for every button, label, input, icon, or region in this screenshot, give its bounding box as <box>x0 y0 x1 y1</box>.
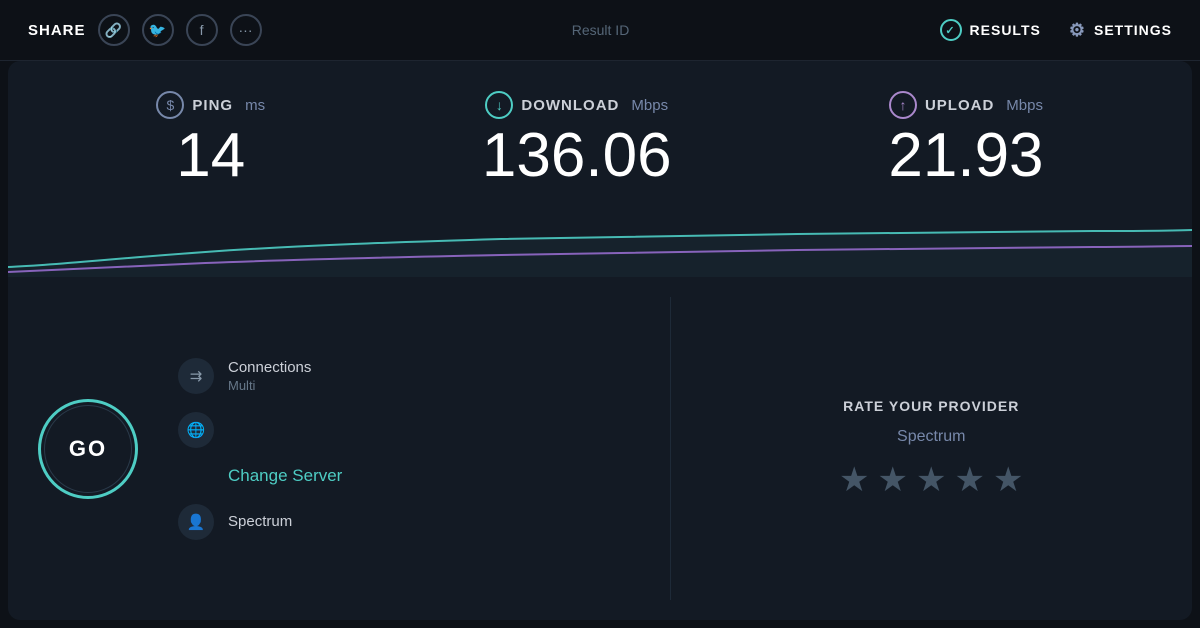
connections-text: Connections Multi <box>228 359 311 393</box>
rate-section: RATE YOUR PROVIDER Spectrum ★ ★ ★ ★ ★ <box>701 297 1163 600</box>
connections-label: Connections <box>228 359 311 376</box>
speed-chart <box>8 207 1192 277</box>
more-icon[interactable]: ··· <box>230 14 262 46</box>
bottom-section: GO ⇉ Connections Multi 🌐 Change Server 👤… <box>8 287 1192 620</box>
user-icon: 👤 <box>178 504 214 540</box>
upload-label: UPLOAD <box>925 97 994 114</box>
divider <box>670 297 671 600</box>
ping-label: PING <box>192 97 233 114</box>
share-label: SHARE <box>28 22 86 39</box>
facebook-icon[interactable]: f <box>186 14 218 46</box>
metrics-row: $ PING ms 14 ↓ DOWNLOAD Mbps 136.06 ↑ UP… <box>8 61 1192 207</box>
star-5[interactable]: ★ <box>993 460 1023 500</box>
provider-name: Spectrum <box>228 513 292 530</box>
download-metric: ↓ DOWNLOAD Mbps 136.06 <box>482 91 672 187</box>
star-2[interactable]: ★ <box>878 460 908 500</box>
ping-value: 14 <box>176 125 245 187</box>
upload-metric: ↑ UPLOAD Mbps 21.93 <box>888 91 1043 187</box>
download-label: DOWNLOAD <box>521 97 619 114</box>
settings-label: SETTINGS <box>1094 22 1172 38</box>
download-icon: ↓ <box>485 91 513 119</box>
main-panel: $ PING ms 14 ↓ DOWNLOAD Mbps 136.06 ↑ UP… <box>8 61 1192 620</box>
ping-header: $ PING ms <box>156 91 265 119</box>
go-button[interactable]: GO <box>38 399 138 499</box>
ping-unit: ms <box>245 97 265 114</box>
ping-metric: $ PING ms 14 <box>156 91 265 187</box>
star-1[interactable]: ★ <box>839 460 869 500</box>
download-unit: Mbps <box>631 97 668 114</box>
upload-unit: Mbps <box>1006 97 1043 114</box>
star-3[interactable]: ★ <box>916 460 946 500</box>
gear-icon: ⚙ <box>1069 20 1086 41</box>
settings-button[interactable]: ⚙ SETTINGS <box>1069 20 1172 41</box>
go-section: GO <box>38 297 158 600</box>
go-label: GO <box>69 436 107 462</box>
header-right: ✓ RESULTS ⚙ SETTINGS <box>940 19 1172 41</box>
info-section: ⇉ Connections Multi 🌐 Change Server 👤 Sp… <box>178 297 640 600</box>
result-id: Result ID <box>572 22 630 38</box>
header-left: SHARE 🔗 🐦 f ··· <box>28 14 262 46</box>
change-server-button[interactable]: Change Server <box>178 466 640 486</box>
ping-icon: $ <box>156 91 184 119</box>
download-value: 136.06 <box>482 125 672 187</box>
upload-header: ↑ UPLOAD Mbps <box>889 91 1043 119</box>
star-4[interactable]: ★ <box>954 460 984 500</box>
upload-icon: ↑ <box>889 91 917 119</box>
upload-value: 21.93 <box>888 125 1043 187</box>
header: SHARE 🔗 🐦 f ··· Result ID ✓ RESULTS ⚙ SE… <box>0 0 1200 61</box>
stars-container: ★ ★ ★ ★ ★ <box>839 460 1023 500</box>
server-row: 🌐 <box>178 412 640 448</box>
connections-row: ⇉ Connections Multi <box>178 358 640 394</box>
rate-provider: Spectrum <box>897 428 965 446</box>
rate-title: RATE YOUR PROVIDER <box>843 398 1019 414</box>
results-label: RESULTS <box>970 22 1041 38</box>
twitter-icon[interactable]: 🐦 <box>142 14 174 46</box>
connections-icon: ⇉ <box>178 358 214 394</box>
results-button[interactable]: ✓ RESULTS <box>940 19 1041 41</box>
link-icon[interactable]: 🔗 <box>98 14 130 46</box>
download-header: ↓ DOWNLOAD Mbps <box>485 91 668 119</box>
provider-row: 👤 Spectrum <box>178 504 640 540</box>
globe-icon: 🌐 <box>178 412 214 448</box>
results-icon: ✓ <box>940 19 962 41</box>
connections-value: Multi <box>228 378 311 393</box>
